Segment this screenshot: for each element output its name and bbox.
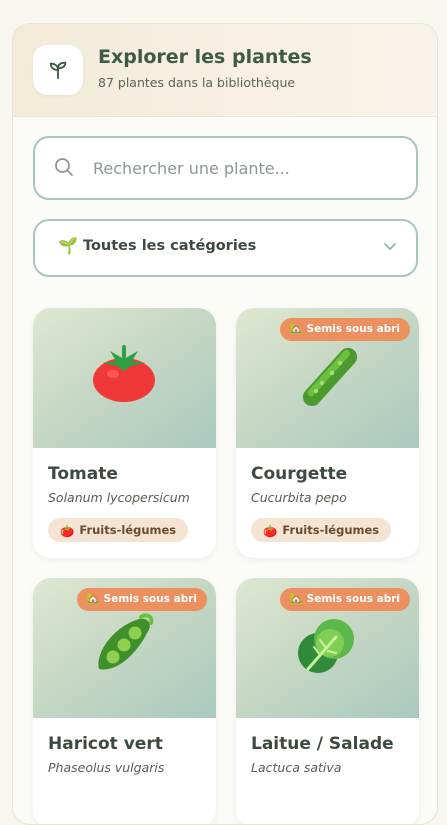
- cucumber-icon: [302, 347, 358, 407]
- plant-name: Laitue / Salade: [251, 734, 394, 754]
- category-tag: 🍅 Fruits-légumes: [48, 518, 189, 542]
- pea-pod-icon: [98, 613, 154, 670]
- tomato-icon: 🍅: [60, 524, 75, 538]
- lettuce-icon: [298, 619, 354, 673]
- plant-card-haricot-vert[interactable]: 🏡 Semis sous abri Haricot vert Phaseolus …: [33, 578, 216, 824]
- plant-name: Haricot vert: [48, 734, 163, 754]
- search-box[interactable]: [33, 136, 418, 200]
- category-tag: 🍅 Fruits-légumes: [251, 518, 392, 542]
- seedling-icon: 🌱: [58, 236, 78, 255]
- page-title: Explorer les plantes: [98, 46, 312, 68]
- plant-image: [33, 308, 216, 448]
- plant-card-laitue-salade[interactable]: 🏡 Semis sous abri Laitue / Salade Lactuca…: [236, 578, 419, 824]
- plant-card-courgette[interactable]: 🏡 Semis sous abri Courgette Cucurbita pep…: [236, 308, 419, 558]
- category-select-value: Toutes les catégories: [83, 238, 257, 254]
- house-icon: 🏡: [86, 593, 100, 605]
- sowing-badge: 🏡 Semis sous abri: [279, 588, 410, 611]
- plant-name: Tomate: [48, 464, 118, 484]
- sowing-badge-label: Semis sous abri: [306, 593, 400, 605]
- sowing-badge-label: Semis sous abri: [103, 593, 197, 605]
- sowing-badge: 🏡 Semis sous abri: [76, 588, 207, 611]
- plant-scientific-name: Lactuca sativa: [251, 760, 342, 775]
- category-tag-label: Fruits-légumes: [282, 523, 380, 537]
- category-select[interactable]: 🌱 Toutes les catégories: [33, 219, 418, 277]
- house-icon: 🏡: [289, 323, 303, 335]
- sowing-badge: 🏡 Semis sous abri: [279, 318, 410, 341]
- plant-scientific-name: Cucurbita pepo: [251, 490, 347, 505]
- plant-scientific-name: Solanum lycopersicum: [48, 490, 190, 505]
- tomato-icon: 🍅: [263, 524, 278, 538]
- search-icon: [55, 158, 73, 176]
- plant-image: 🏡 Semis sous abri: [236, 308, 419, 448]
- plant-image: 🏡 Semis sous abri: [33, 578, 216, 718]
- app-logo: [33, 45, 83, 95]
- plant-card-tomate[interactable]: Tomate Solanum lycopersicum 🍅 Fruits-légu…: [33, 308, 216, 558]
- plant-image: 🏡 Semis sous abri: [236, 578, 419, 718]
- sowing-badge-label: Semis sous abri: [306, 323, 400, 335]
- plant-explorer-panel: Explorer les plantes 87 plantes dans la …: [12, 23, 438, 825]
- header: Explorer les plantes 87 plantes dans la …: [13, 24, 437, 117]
- chevron-down-icon: [384, 243, 396, 250]
- tomato-icon: [93, 345, 155, 402]
- plant-name: Courgette: [251, 464, 348, 484]
- house-icon: 🏡: [289, 593, 303, 605]
- seedling-icon: [49, 61, 67, 80]
- plant-count: 87 plantes dans la bibliothèque: [98, 75, 296, 90]
- search-input[interactable]: [91, 152, 395, 184]
- category-tag-label: Fruits-légumes: [79, 523, 177, 537]
- plant-scientific-name: Phaseolus vulgaris: [48, 760, 165, 775]
